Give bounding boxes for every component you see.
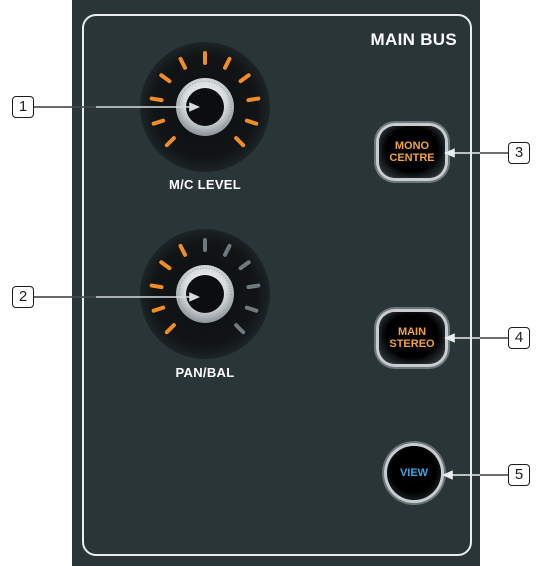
mc-level-knob[interactable] bbox=[130, 35, 280, 185]
mono-centre-line2: CENTRE bbox=[389, 152, 435, 164]
main-stereo-line2: STEREO bbox=[389, 338, 435, 350]
callout-4: 4 bbox=[508, 327, 530, 349]
callout-1: 1 bbox=[12, 96, 34, 118]
panel-title: MAIN BUS bbox=[370, 30, 457, 49]
main-stereo-line1: MAIN bbox=[397, 326, 427, 338]
pan-bal-label: PAN/BAL bbox=[175, 365, 235, 380]
mono-centre-line1: MONO bbox=[394, 140, 430, 152]
view-button[interactable]: VIEW bbox=[387, 446, 441, 500]
led-segment bbox=[246, 283, 261, 290]
callout-5: 5 bbox=[508, 464, 530, 486]
mono-centre-button[interactable]: MONO CENTRE bbox=[379, 126, 445, 178]
led-segment bbox=[149, 283, 164, 290]
knob-cap bbox=[186, 88, 224, 126]
led-segment bbox=[246, 96, 261, 103]
main-stereo-button[interactable]: MAIN STEREO bbox=[379, 312, 445, 364]
led-segment bbox=[149, 96, 164, 103]
callout-2: 2 bbox=[12, 286, 34, 308]
mc-level-label: M/C LEVEL bbox=[168, 177, 242, 192]
view-label: VIEW bbox=[399, 467, 429, 479]
knob-cap bbox=[186, 275, 224, 313]
callout-3: 3 bbox=[508, 142, 530, 164]
pan-bal-knob[interactable] bbox=[130, 222, 280, 372]
